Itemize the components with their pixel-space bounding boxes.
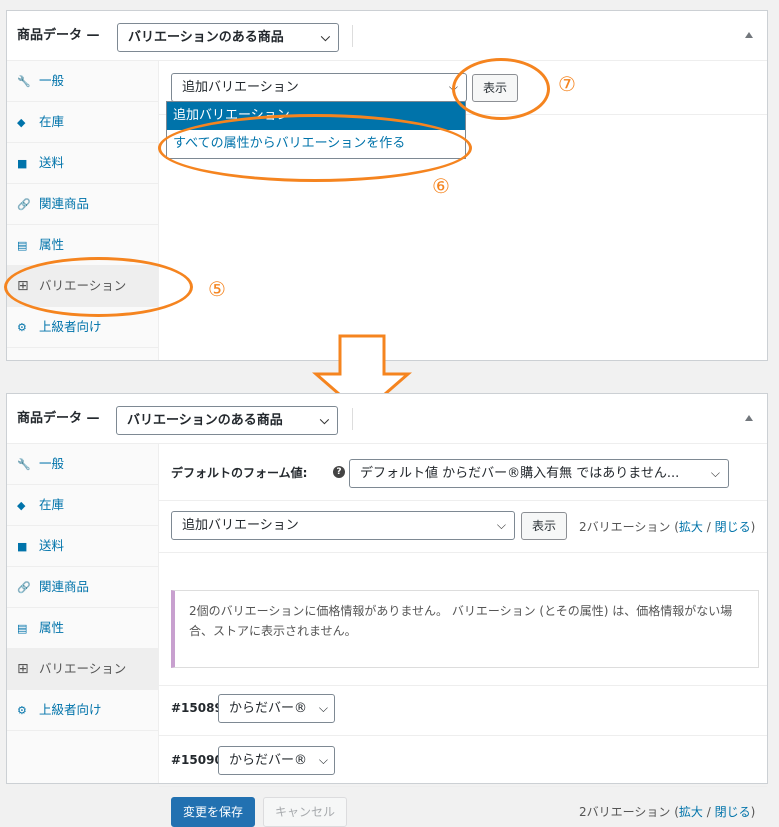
expand-link[interactable]: 拡大 [679,805,703,819]
variations-content: デフォルトのフォーム値: ? デフォルト値 からだバー®購入有無 ではありません… [159,444,767,827]
counter-text: 2バリエーション ( [579,805,679,819]
table-icon: ▤ [17,622,28,635]
link-icon: 🔗 [17,581,31,594]
annotation-number-7: ⑦ [558,72,576,96]
grid-icon: ⊞ [17,661,29,677]
variation-id: #15089 [171,701,223,715]
tab-shipping[interactable]: ■ 送料 [7,526,158,567]
variation-counter-bottom: 2バリエーション (拡大 / 閉じる) [579,803,755,820]
tab-label: 在庫 [39,114,65,129]
tab-label: 属性 [39,620,65,635]
tab-label: バリエーション [39,661,127,676]
tab-shipping[interactable]: ■ 送料 [7,143,158,184]
table-icon: ▤ [17,239,28,252]
collapse-toggle-icon[interactable] [745,415,753,421]
tab-general[interactable]: 🔧 一般 [7,444,158,485]
variation-id: #15090 [171,753,223,767]
product-data-tabs: 🔧 一般 ◆ 在庫 ■ 送料 🔗 関連商品 ▤ 属性 ⊞ バリエーション ⚙ 上級者向け [7,444,159,783]
divider [159,552,767,553]
variation-attribute-value: からだバー® [229,753,308,768]
variation-counter-top: 2バリエーション (拡大 / 閉じる) [579,518,755,535]
truck-icon: ■ [17,157,28,170]
variation-attribute-value: からだバー® [229,701,308,716]
tab-label: 送料 [39,155,65,170]
chevron-down-icon: ⌵ [319,413,329,427]
chevron-down-icon: ⌵ [320,30,330,44]
tab-linked-products[interactable]: 🔗 関連商品 [7,567,158,608]
tab-variations[interactable]: ⊞ バリエーション [7,649,158,690]
counter-slash: / [702,805,715,819]
tab-advanced[interactable]: ⚙ 上級者向け [7,690,158,731]
header-divider [352,408,353,430]
default-form-label: デフォルトのフォーム値: [171,466,308,480]
tab-label: 関連商品 [39,579,90,594]
chevron-down-icon: ⌵ [315,747,328,774]
default-form-value: デフォルト値 からだバー®購入有無 ではありません... [360,466,680,481]
panel-header: 商品データ — バリエーションのある商品 ⌵ [7,394,767,444]
header-divider [352,25,353,47]
variation-action-select[interactable]: 追加バリエーション ⌵ [171,73,467,102]
counter-end: ) [750,805,756,819]
chevron-down-icon: ⌵ [496,518,506,532]
close-link[interactable]: 閉じる [715,520,751,534]
tab-label: 関連商品 [39,196,90,211]
annotation-circle-6 [158,114,472,182]
counter-end: ) [750,520,756,534]
product-type-value: バリエーションのある商品 [127,413,283,428]
product-data-panel-bottom: 商品データ — バリエーションのある商品 ⌵ 🔧 一般 ◆ 在庫 ■ 送料 🔗 関連商品… [6,393,768,827]
variation-action-select[interactable]: 追加バリエーション ⌵ [171,511,515,540]
tab-label: 属性 [39,237,65,252]
product-type-value: バリエーションのある商品 [128,30,284,45]
variation-attribute-select[interactable]: からだバー® ⌵ [218,746,335,775]
close-link[interactable]: 閉じる [715,805,751,819]
cancel-button[interactable]: キャンセル [263,797,348,827]
default-form-select[interactable]: デフォルト値 からだバー®購入有無 ではありません... ⌵ [349,459,729,488]
tab-label: 上級者向け [39,319,102,334]
tag-icon: ◆ [17,116,26,129]
collapse-toggle-icon[interactable] [745,32,753,38]
product-type-select[interactable]: バリエーションのある商品 ⌵ [116,406,338,435]
annotation-number-6: ⑥ [432,174,450,198]
annotation-circle-5 [4,257,193,317]
tab-general[interactable]: 🔧 一般 [7,61,158,102]
counter-slash: / [702,520,715,534]
link-icon: 🔗 [17,198,31,211]
save-changes-button[interactable]: 変更を保存 [171,797,256,827]
divider [159,786,767,787]
gear-icon: ⚙ [17,704,27,717]
tab-linked-products[interactable]: 🔗 関連商品 [7,184,158,225]
tab-label: 送料 [39,538,65,553]
divider [159,735,767,736]
tab-label: 上級者向け [39,702,102,717]
counter-text: 2バリエーション ( [579,520,679,534]
variation-attribute-select[interactable]: からだバー® ⌵ [218,694,335,723]
tab-label: 一般 [39,456,65,471]
chevron-down-icon: ⌵ [315,695,328,722]
annotation-circle-7 [452,58,550,120]
gear-icon: ⚙ [17,321,27,334]
tab-label: 一般 [39,73,65,88]
expand-link[interactable]: 拡大 [679,520,703,534]
panel-title: 商品データ — [17,28,100,43]
variation-action-value: 追加バリエーション [182,518,299,533]
product-type-select[interactable]: バリエーションのある商品 ⌵ [117,23,339,52]
truck-icon: ■ [17,540,28,553]
show-button[interactable]: 表示 [521,512,568,540]
panel-header: 商品データ — バリエーションのある商品 ⌵ [7,11,767,61]
tab-inventory[interactable]: ◆ 在庫 [7,485,158,526]
tab-attributes[interactable]: ▤ 属性 [7,608,158,649]
help-icon[interactable]: ? [333,466,345,478]
tab-inventory[interactable]: ◆ 在庫 [7,102,158,143]
wrench-icon: 🔧 [17,75,31,88]
tag-icon: ◆ [17,499,26,512]
divider [159,685,767,686]
missing-price-notice: 2個のバリエーションに価格情報がありません。 バリエーション (とその属性) は… [171,590,759,668]
variation-action-value: 追加バリエーション [182,80,299,95]
annotation-number-5: ⑤ [208,277,226,301]
wrench-icon: 🔧 [17,458,31,471]
tab-label: 在庫 [39,497,65,512]
chevron-down-icon: ⌵ [710,466,720,480]
divider [159,500,767,501]
panel-title: 商品データ — [17,411,100,426]
